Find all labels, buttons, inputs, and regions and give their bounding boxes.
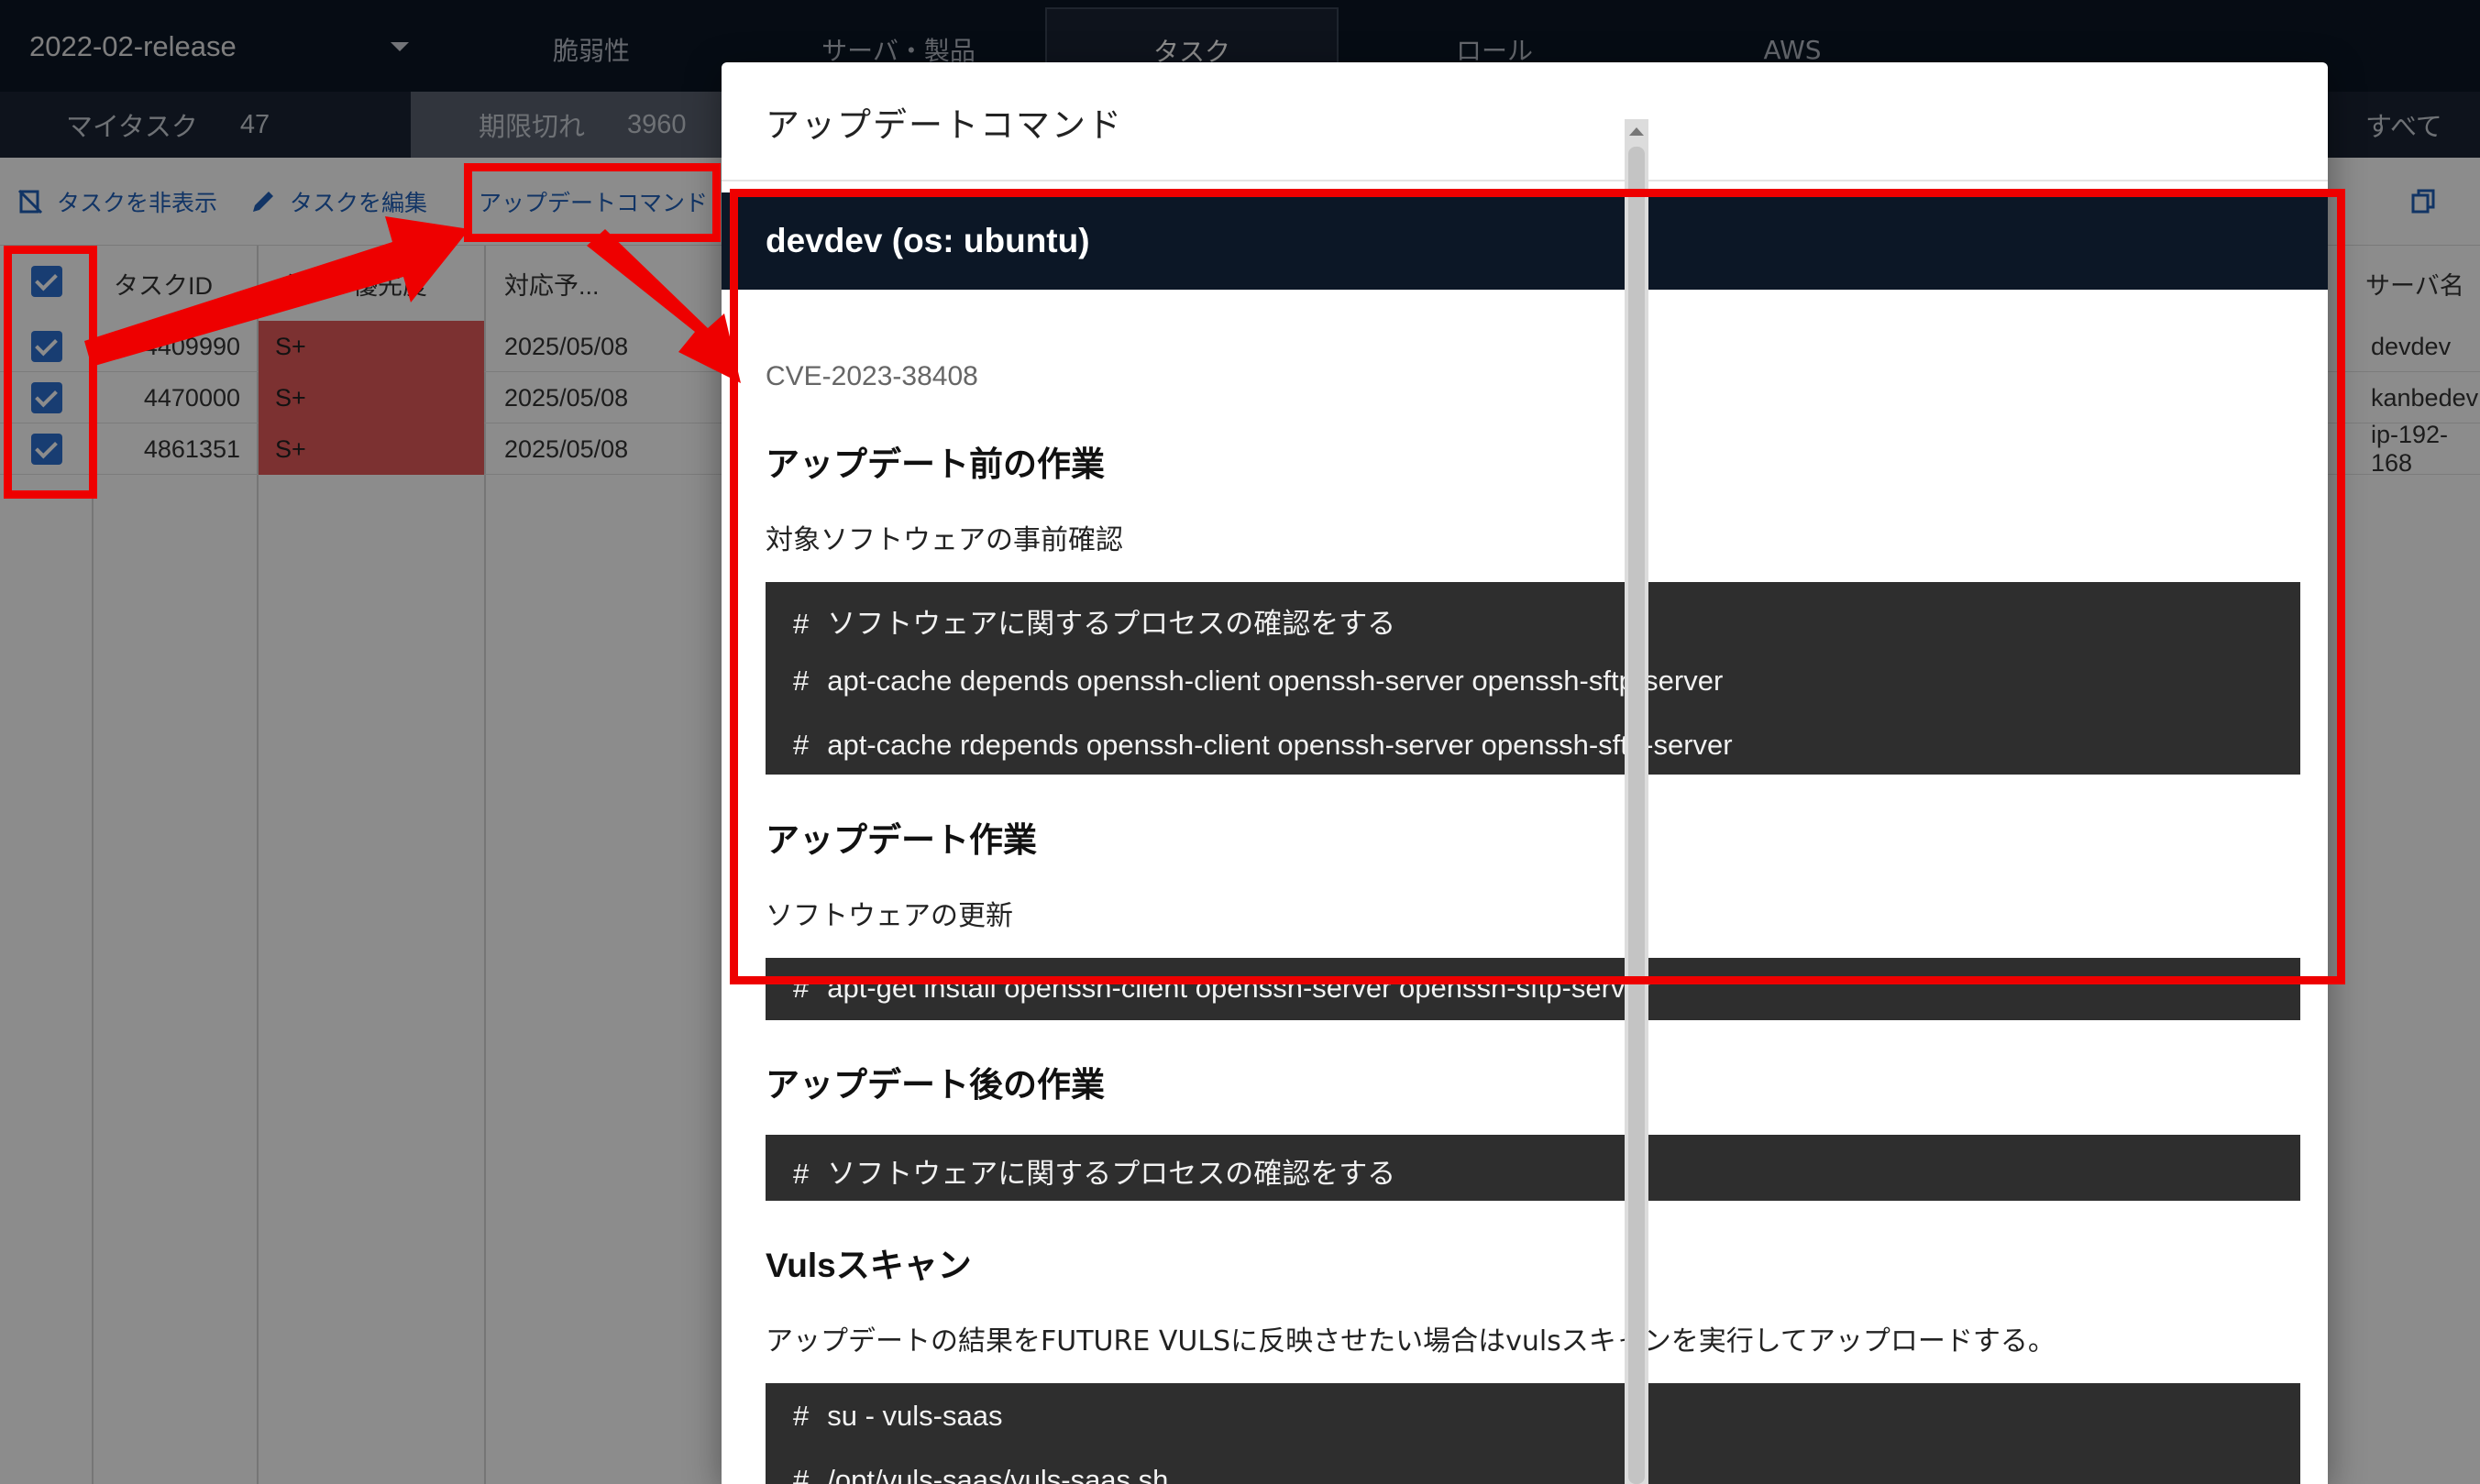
post-update-code-block[interactable]: # ソフトウェアに関するプロセスの確認をする (766, 1135, 2300, 1201)
scroll-up-arrow-icon[interactable] (1629, 127, 1644, 136)
vuls-scan-description: アップデートの結果をFUTURE VULSに反映させたい場合はvulsスキャンを… (766, 1325, 2056, 1358)
dialog-title: アップデートコマンド (766, 105, 1123, 145)
code-line: # su - vuls-saas (793, 1400, 1003, 1432)
vuls-scan-heading: Vulsスキャン (766, 1247, 972, 1284)
code-line: #/opt/vuls-saas/vuls-saas.sh (793, 1464, 1169, 1484)
annotation-highlight-update-button (464, 163, 721, 242)
annotation-highlight-checkboxes (4, 246, 97, 499)
vuls-scan-code-block[interactable]: # su - vuls-saas #/opt/vuls-saas/vuls-saa… (766, 1383, 2300, 1484)
annotation-highlight-commands (730, 189, 2345, 984)
post-update-heading: アップデート後の作業 (766, 1065, 1105, 1105)
code-line: # ソフトウェアに関するプロセスの確認をする (793, 1158, 1396, 1190)
